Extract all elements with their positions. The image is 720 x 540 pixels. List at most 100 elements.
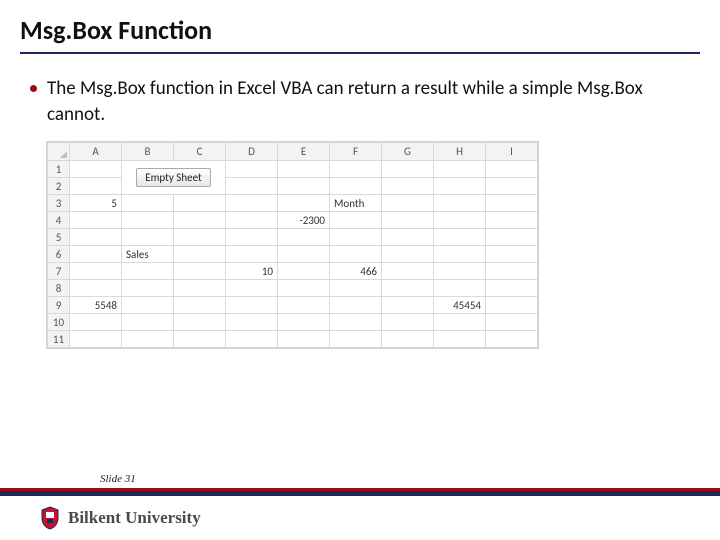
cell [486, 178, 538, 195]
cell [382, 161, 434, 178]
col-header: H [434, 143, 486, 161]
cell [330, 314, 382, 331]
cell [174, 314, 226, 331]
col-header: D [226, 143, 278, 161]
cell [278, 331, 330, 348]
university-crest-icon [40, 506, 60, 530]
row-header: 3 [48, 195, 70, 212]
cell [486, 297, 538, 314]
cell [70, 212, 122, 229]
cell [382, 280, 434, 297]
cell [434, 263, 486, 280]
cell [486, 263, 538, 280]
cell [330, 161, 382, 178]
select-all-corner [48, 143, 70, 161]
cell [70, 178, 122, 195]
cell [434, 195, 486, 212]
cell [382, 314, 434, 331]
cell [278, 280, 330, 297]
row-header: 2 [48, 178, 70, 195]
row-header: 4 [48, 212, 70, 229]
row-header: 7 [48, 263, 70, 280]
cell [226, 280, 278, 297]
cell: Empty Sheet [122, 161, 226, 195]
cell [122, 314, 174, 331]
slide-title: Msg.Box Function [20, 14, 700, 54]
cell [278, 161, 330, 178]
cell [486, 280, 538, 297]
cell [278, 263, 330, 280]
cell [226, 314, 278, 331]
cell: 466 [330, 263, 382, 280]
col-header: F [330, 143, 382, 161]
cell [330, 280, 382, 297]
row-header: 11 [48, 331, 70, 348]
cell [278, 297, 330, 314]
cell [278, 229, 330, 246]
cell [434, 229, 486, 246]
row-header: 6 [48, 246, 70, 263]
col-header: A [70, 143, 122, 161]
cell: 10 [226, 263, 278, 280]
cell [226, 161, 278, 178]
row-header: 10 [48, 314, 70, 331]
bullet-text: The Msg.Box function in Excel VBA can re… [47, 76, 690, 127]
cell [434, 161, 486, 178]
cell [278, 314, 330, 331]
cell [382, 331, 434, 348]
cell [486, 195, 538, 212]
cell [330, 178, 382, 195]
col-header: I [486, 143, 538, 161]
cell [434, 178, 486, 195]
col-header: G [382, 143, 434, 161]
cell [122, 195, 174, 212]
cell [434, 212, 486, 229]
cell: Month [330, 195, 382, 212]
cell [122, 229, 174, 246]
row-header: 8 [48, 280, 70, 297]
cell [70, 229, 122, 246]
cell [382, 246, 434, 263]
cell [382, 263, 434, 280]
cell: Sales [122, 246, 174, 263]
cell [278, 195, 330, 212]
cell [330, 229, 382, 246]
cell [486, 212, 538, 229]
cell [122, 263, 174, 280]
cell [226, 195, 278, 212]
cell [70, 263, 122, 280]
cell [122, 280, 174, 297]
footer-bar [0, 488, 720, 496]
cell [174, 195, 226, 212]
cell [70, 314, 122, 331]
row-header: 5 [48, 229, 70, 246]
university-name: Bilkent University [68, 508, 201, 528]
cell [330, 297, 382, 314]
cell [486, 161, 538, 178]
cell [122, 212, 174, 229]
cell [434, 246, 486, 263]
cell [226, 178, 278, 195]
cell [226, 331, 278, 348]
cell [382, 229, 434, 246]
cell [174, 263, 226, 280]
col-header: E [278, 143, 330, 161]
university-branding: Bilkent University [40, 506, 201, 530]
cell [70, 280, 122, 297]
cell [434, 280, 486, 297]
cell [382, 178, 434, 195]
cell: -2300 [278, 212, 330, 229]
cell [278, 178, 330, 195]
cell [226, 246, 278, 263]
cell [226, 297, 278, 314]
cell [434, 331, 486, 348]
cell [486, 229, 538, 246]
cell: 5 [70, 195, 122, 212]
empty-sheet-button[interactable]: Empty Sheet [136, 168, 210, 187]
cell [174, 246, 226, 263]
cell [382, 212, 434, 229]
cell [278, 246, 330, 263]
cell [382, 195, 434, 212]
cell [382, 297, 434, 314]
col-header: C [174, 143, 226, 161]
